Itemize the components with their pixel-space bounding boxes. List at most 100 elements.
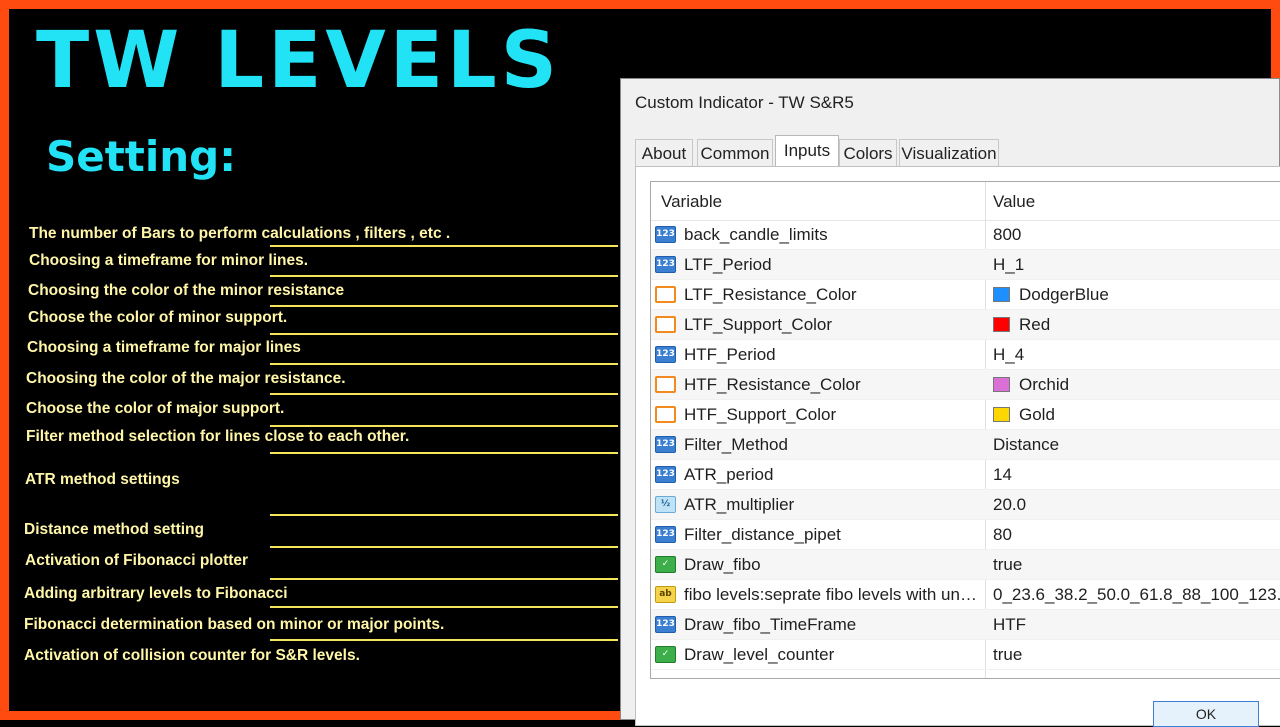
description-ltf-support-color: Choose the color of minor support. xyxy=(28,309,288,326)
underline xyxy=(270,639,618,641)
inputs-panel: Variable Value 123 back_candle_limits 800 1… xyxy=(635,166,1280,726)
underline xyxy=(270,514,618,516)
boolean-icon: ✓ xyxy=(655,646,676,663)
tab-colors[interactable]: Colors xyxy=(839,139,897,166)
underline xyxy=(270,606,618,608)
description-fibo-timeframe: Fibonacci determination based on minor o… xyxy=(24,616,445,633)
dialog-title: Custom Indicator - TW S&R5 xyxy=(635,93,854,112)
description-back-candle-limits: The number of Bars to perform calculatio… xyxy=(29,225,451,242)
input-variable-name: LTF_Support_Color xyxy=(684,315,833,334)
input-variable-name: back_candle_limits xyxy=(684,225,828,244)
input-row[interactable]: HTF_Support_Color Gold xyxy=(651,400,1280,430)
input-row[interactable]: ✓ Draw_fibo true xyxy=(651,550,1280,580)
underline xyxy=(270,546,618,548)
underline xyxy=(270,363,618,365)
tab-common[interactable]: Common xyxy=(697,139,773,166)
input-row[interactable]: ✓ Draw_level_counter true xyxy=(651,640,1280,670)
input-variable-name: Draw_level_counter xyxy=(684,645,835,664)
integer-icon: 123 xyxy=(655,226,676,243)
input-row[interactable]: LTF_Support_Color Red xyxy=(651,310,1280,340)
description-htf-resistance-color: Choosing the color of the major resistan… xyxy=(26,370,346,387)
tab-about[interactable]: About xyxy=(635,139,693,166)
input-variable-name: Draw_fibo_TimeFrame xyxy=(684,615,857,634)
integer-icon: 123 xyxy=(655,436,676,453)
color-swatch xyxy=(993,407,1010,422)
input-value[interactable]: HTF xyxy=(993,615,1026,635)
input-variable-name: fibo levels:seprate fibo levels with und… xyxy=(684,585,982,604)
input-value[interactable]: Orchid xyxy=(1019,375,1069,395)
input-row[interactable]: 123 Filter_distance_pipet 80 xyxy=(651,520,1280,550)
input-row[interactable]: ½ ATR_multiplier 20.0 xyxy=(651,490,1280,520)
string-icon: ab xyxy=(655,586,676,603)
color-swatch xyxy=(993,377,1010,392)
column-header-value[interactable]: Value xyxy=(993,192,1035,212)
input-row[interactable]: 123 ATR_period 14 xyxy=(651,460,1280,490)
description-ltf-resistance-color: Choosing the color of the minor resistan… xyxy=(28,282,345,299)
description-fibo-levels: Adding arbitrary levels to Fibonacci xyxy=(24,585,288,602)
underline xyxy=(270,578,618,580)
description-draw-fibo: Activation of Fibonacci plotter xyxy=(25,552,249,569)
color-icon xyxy=(655,376,676,393)
input-variable-name: LTF_Period xyxy=(684,255,772,274)
underline xyxy=(270,305,618,307)
description-level-counter: Activation of collision counter for S&R … xyxy=(24,647,360,664)
input-variable-name: LTF_Resistance_Color xyxy=(684,285,857,304)
input-variable-name: ATR_period xyxy=(684,465,774,484)
input-value[interactable]: Red xyxy=(1019,315,1050,335)
tab-inputs[interactable]: Inputs xyxy=(775,135,839,167)
color-icon xyxy=(655,316,676,333)
input-row[interactable]: 123 LTF_Period H_1 xyxy=(651,250,1280,280)
ok-button[interactable]: OK xyxy=(1153,701,1259,727)
input-value[interactable]: true xyxy=(993,555,1022,575)
color-icon xyxy=(655,406,676,423)
input-value[interactable]: DodgerBlue xyxy=(1019,285,1109,305)
tab-visualization[interactable]: Visualization xyxy=(899,139,999,166)
boolean-icon: ✓ xyxy=(655,556,676,573)
description-distance-setting: Distance method setting xyxy=(24,521,204,538)
column-header-variable[interactable]: Variable xyxy=(661,192,722,212)
input-row[interactable]: 123 HTF_Period H_4 xyxy=(651,340,1280,370)
input-value[interactable]: 14 xyxy=(993,465,1012,485)
underline xyxy=(270,333,618,335)
grid-header: Variable Value xyxy=(651,182,1280,221)
input-value[interactable]: H_4 xyxy=(993,345,1024,365)
input-value[interactable]: Distance xyxy=(993,435,1059,455)
input-variable-name: Draw_fibo xyxy=(684,555,761,574)
input-variable-name: Filter_distance_pipet xyxy=(684,525,841,544)
input-variable-name: Filter_Method xyxy=(684,435,788,454)
input-row[interactable]: ab fibo levels:seprate fibo levels with u… xyxy=(651,580,1280,610)
input-value[interactable]: 20.0 xyxy=(993,495,1026,515)
integer-icon: 123 xyxy=(655,616,676,633)
input-value[interactable]: H_1 xyxy=(993,255,1024,275)
double-icon: ½ xyxy=(655,496,676,513)
description-ltf-period: Choosing a timeframe for minor lines. xyxy=(29,252,309,269)
input-row[interactable]: HTF_Resistance_Color Orchid xyxy=(651,370,1280,400)
description-htf-period: Choosing a timeframe for major lines xyxy=(27,339,301,356)
input-variable-name: HTF_Period xyxy=(684,345,776,364)
color-icon xyxy=(655,286,676,303)
input-value[interactable]: 80 xyxy=(993,525,1012,545)
input-value[interactable]: Gold xyxy=(1019,405,1055,425)
input-row[interactable]: 123 back_candle_limits 800 xyxy=(651,220,1280,250)
description-htf-support-color: Choose the color of major support. xyxy=(26,400,285,417)
input-value[interactable]: 800 xyxy=(993,225,1021,245)
input-variable-name: HTF_Support_Color xyxy=(684,405,837,424)
integer-icon: 123 xyxy=(655,526,676,543)
custom-indicator-dialog: Custom Indicator - TW S&R5 About Common … xyxy=(620,78,1280,727)
underline xyxy=(270,452,618,454)
input-value[interactable]: true xyxy=(993,645,1022,665)
color-swatch xyxy=(993,317,1010,332)
description-list: The number of Bars to perform calculatio… xyxy=(0,0,620,720)
input-value[interactable]: 0_23.6_38.2_50.0_61.8_88_100_123.0 xyxy=(993,585,1280,605)
input-row[interactable]: 123 Draw_fibo_TimeFrame HTF xyxy=(651,610,1280,640)
description-atr-settings: ATR method settings xyxy=(25,471,180,488)
input-row[interactable]: LTF_Resistance_Color DodgerBlue xyxy=(651,280,1280,310)
input-variable-name: ATR_multiplier xyxy=(684,495,795,514)
input-row[interactable]: 123 Filter_Method Distance xyxy=(651,430,1280,460)
underline xyxy=(270,393,618,395)
underline xyxy=(270,245,618,247)
color-swatch xyxy=(993,287,1010,302)
underline xyxy=(270,275,618,277)
underline xyxy=(270,425,618,427)
inputs-grid: Variable Value 123 back_candle_limits 800 1… xyxy=(650,181,1280,679)
